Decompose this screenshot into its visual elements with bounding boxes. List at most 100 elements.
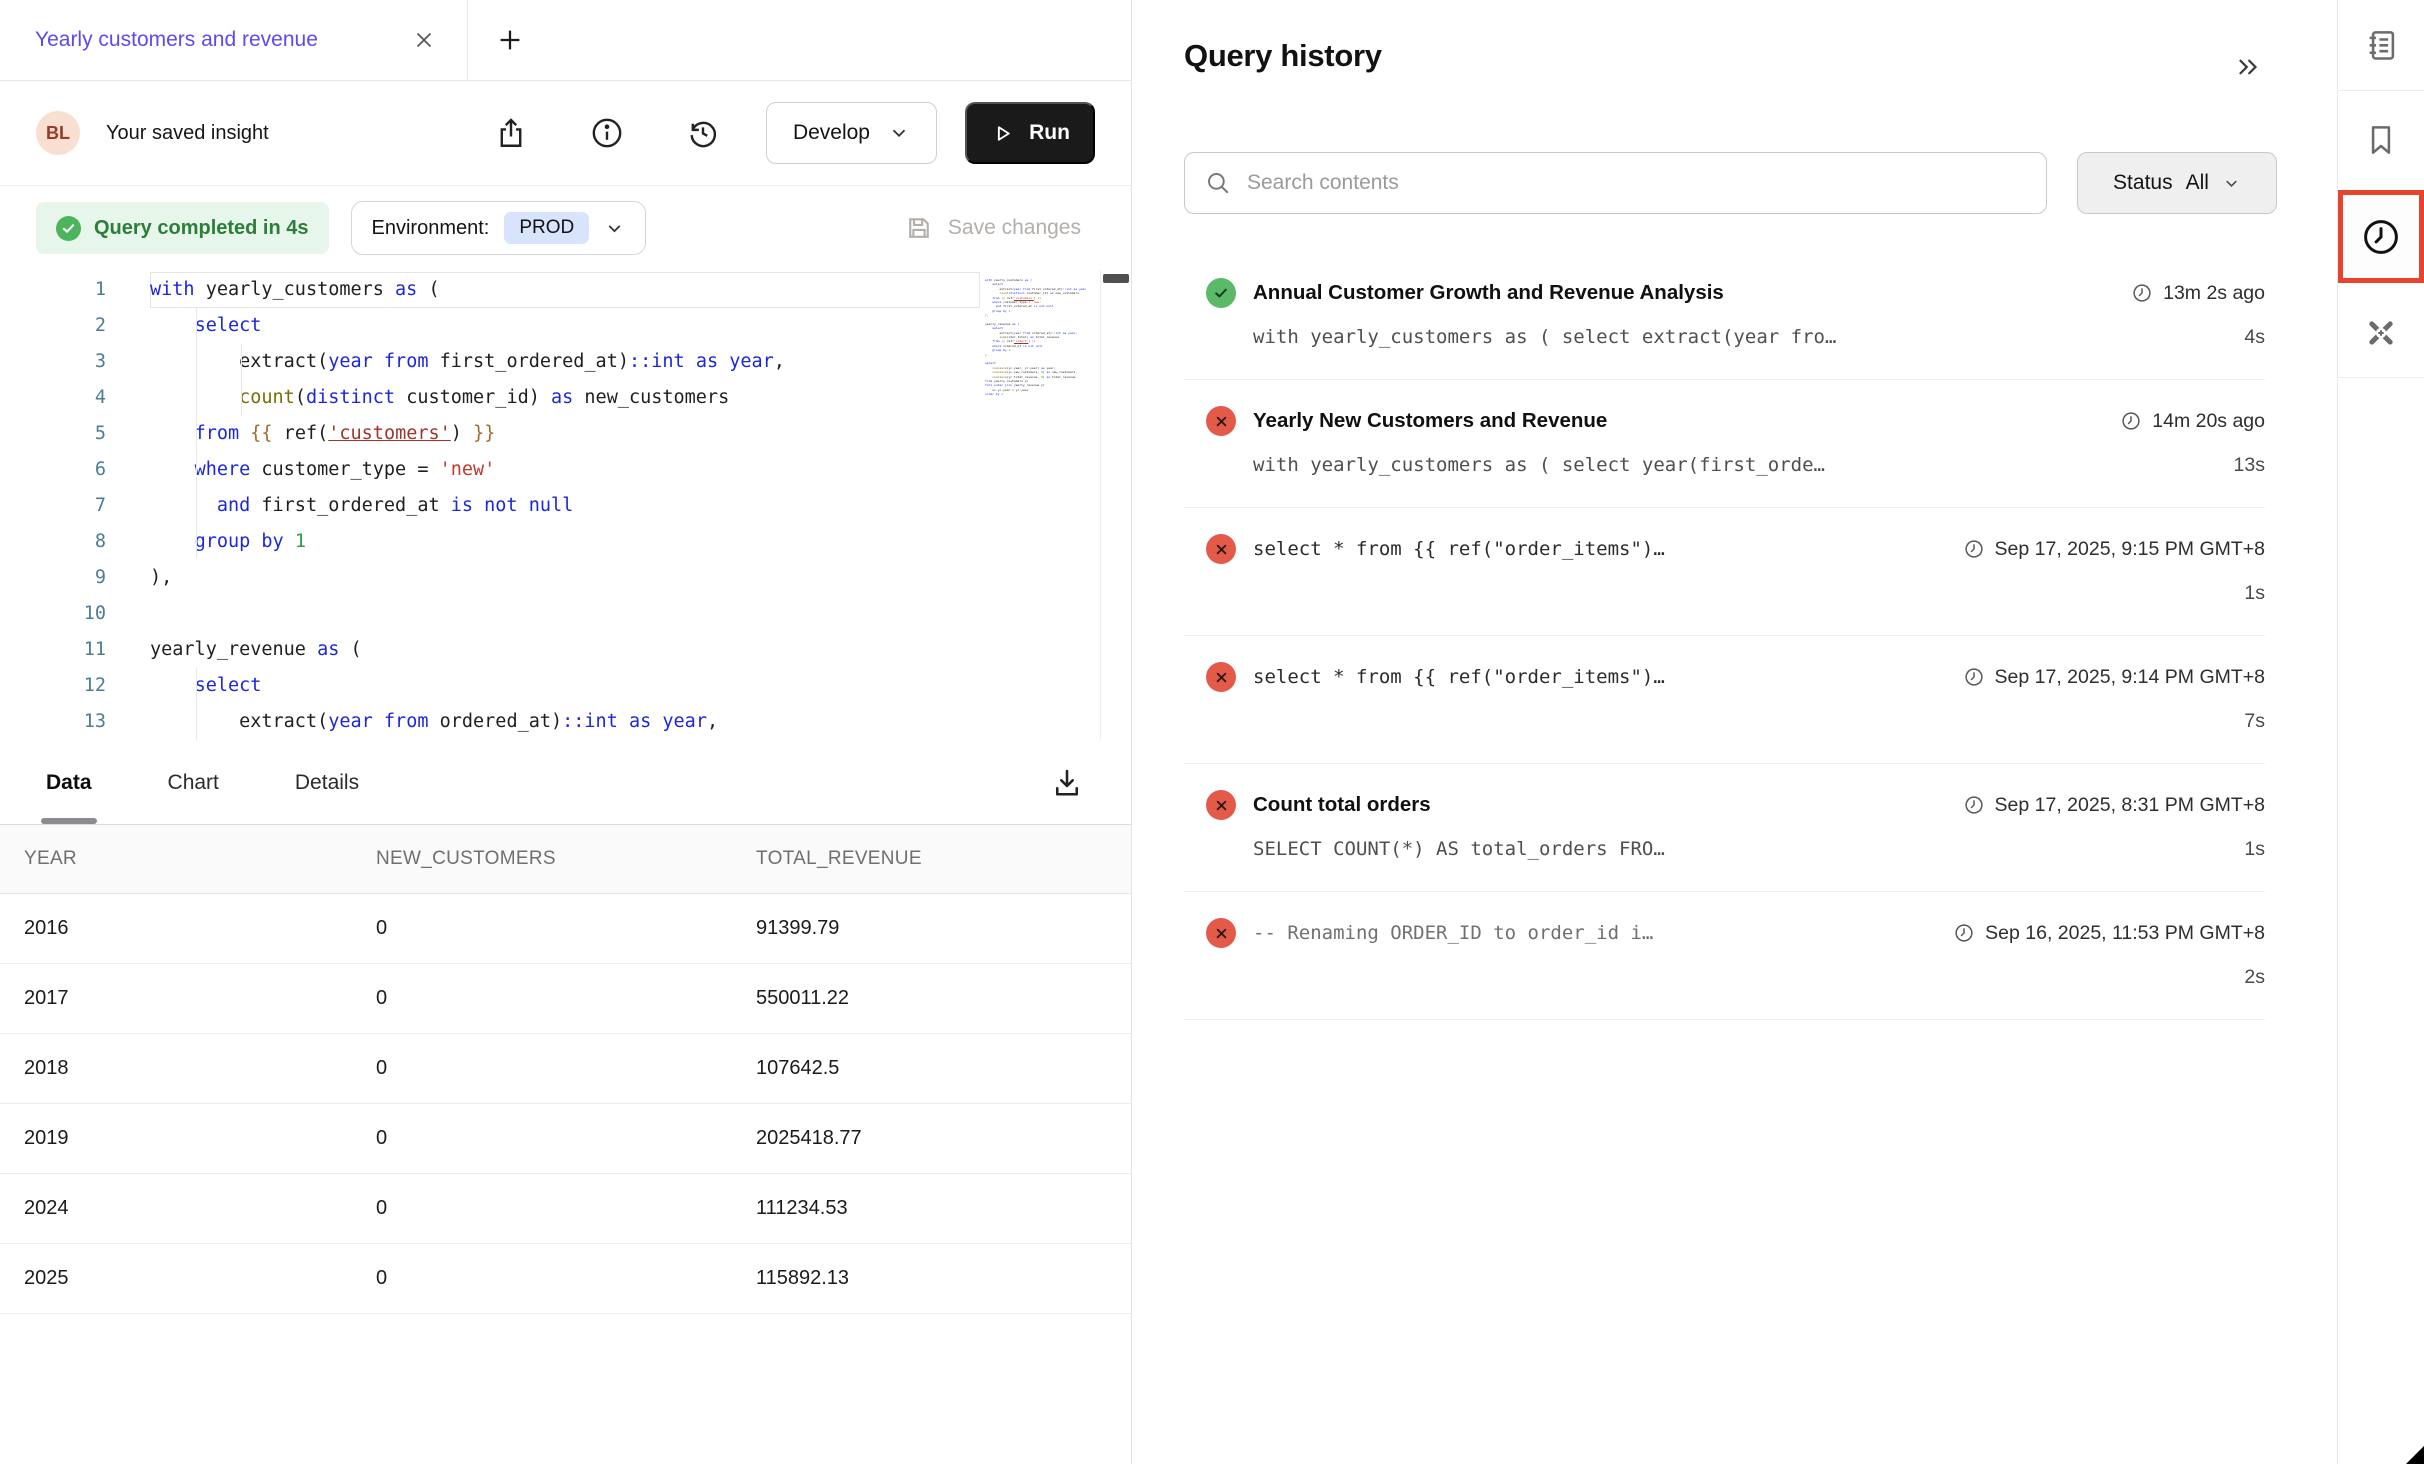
clock-icon [1963,794,1985,816]
query-duration: 4s [2224,326,2265,349]
line-number: 10 [0,596,148,632]
query-duration: 7s [2224,710,2265,733]
code-line[interactable]: ), [150,560,980,596]
collapse-panel-icon[interactable] [2233,52,2263,82]
code-line[interactable]: count(distinct customer_id) as new_custo… [150,380,980,416]
query-title: -- Renaming ORDER_ID to order_id i… [1253,922,1653,944]
table-row[interactable]: 201902025418.77 [0,1104,1131,1174]
table-row[interactable]: 20180107642.5 [0,1034,1131,1104]
table-cell: 0 [376,987,756,1010]
tab-yearly-customers-and-revenue[interactable]: Yearly customers and revenue [0,0,467,80]
table-cell: 115892.13 [756,1267,1131,1290]
query-title: select * from {{ ref("order_items")… [1253,666,1665,688]
query-status-badge: Query completed in 4s [36,202,329,254]
query-history-item[interactable]: Count total ordersSep 17, 2025, 8:31 PM … [1184,764,2265,892]
column-header: TOTAL_REVENUE [756,848,1131,870]
clock-icon [1963,666,1985,688]
status-error-icon [1206,662,1236,692]
line-number: 3 [0,344,148,380]
time-text: Sep 17, 2025, 9:14 PM GMT+8 [1995,666,2265,689]
environment-selector[interactable]: Environment: PROD [351,201,647,255]
code-line[interactable]: yearly_revenue as ( [150,632,980,668]
version-history-icon[interactable] [686,116,720,150]
search-input[interactable]: Search contents [1184,152,2047,214]
time-text: Sep 16, 2025, 11:53 PM GMT+8 [1985,922,2265,945]
editor-minimap[interactable]: with yearly_customers as ( select extrac… [985,278,1087,658]
share-icon[interactable] [494,116,528,150]
query-duration: 1s [2224,838,2265,861]
query-duration: 1s [2224,582,2265,605]
new-tab-button[interactable] [490,20,530,60]
table-cell: 0 [376,917,756,940]
avatar: BL [36,111,80,155]
status-filter-dropdown[interactable]: Status All [2077,152,2277,214]
query-history-item[interactable]: -- Renaming ORDER_ID to order_id i… Sep 1… [1184,892,2265,1020]
bookmark-icon[interactable] [2361,120,2401,160]
time-text: 14m 20s ago [2152,410,2265,433]
info-icon[interactable] [590,116,624,150]
code-line[interactable] [150,596,980,632]
table-row[interactable]: 2016091399.79 [0,894,1131,964]
right-icon-rail [2337,0,2424,1464]
save-changes-button[interactable]: Save changes [904,213,1081,243]
lineage-icon[interactable] [2361,313,2401,353]
query-timestamp: Sep 16, 2025, 11:53 PM GMT+8 [1933,922,2265,945]
code-line[interactable]: extract(year from ordered_at)::int as ye… [150,704,980,740]
history-icon-highlight [2338,190,2424,283]
editor-code[interactable]: with yearly_customers as ( select extrac… [150,272,980,740]
query-status-row: Query completed in 4s Environment: PROD … [0,186,1131,270]
tab-divider [467,0,468,81]
download-icon[interactable] [1049,765,1085,801]
plus-icon [495,25,525,55]
code-line[interactable]: from {{ ref('customers') }} [150,416,980,452]
table-cell: 0 [376,1197,756,1220]
query-status-text: Query completed in 4s [94,217,309,240]
table-row[interactable]: 20240111234.53 [0,1174,1131,1244]
close-tab-icon[interactable] [411,27,437,53]
code-line[interactable]: select [150,308,980,344]
table-row[interactable]: 20170550011.22 [0,964,1131,1034]
code-line[interactable]: where customer_type = 'new' [150,452,980,488]
code-line[interactable]: select [150,668,980,704]
line-number: 12 [0,668,148,704]
notebook-icon[interactable] [2361,25,2401,65]
table-row[interactable]: 20250115892.13 [0,1244,1131,1314]
line-number: 1 [0,272,148,308]
tab-chart[interactable]: Chart [168,741,219,824]
save-icon [904,213,934,243]
table-cell: 2025 [0,1267,376,1290]
editor-scrollbar[interactable] [1100,270,1130,740]
line-number: 11 [0,632,148,668]
history-icon[interactable] [2360,216,2402,258]
develop-label: Develop [793,121,870,145]
editor-scrollbar-thumb[interactable] [1103,274,1129,283]
code-line[interactable]: and first_ordered_at is not null [150,488,980,524]
chevron-down-icon [888,122,910,144]
query-history-item[interactable]: select * from {{ ref("order_items")… Sep … [1184,636,2265,764]
tab-data[interactable]: Data [46,741,92,824]
query-history-item[interactable]: Annual Customer Growth and Revenue Analy… [1184,252,2265,380]
status-error-icon [1206,918,1236,948]
run-button[interactable]: Run [965,102,1095,164]
editor-gutter: 1234567891011121314151617181920212223242… [0,272,148,740]
develop-button[interactable]: Develop [766,102,937,164]
code-line[interactable]: with yearly_customers as ( [150,272,980,308]
cursor-artifact [2406,1446,2424,1464]
line-number: 8 [0,524,148,560]
chevron-down-icon [2222,174,2241,193]
time-text: Sep 17, 2025, 9:15 PM GMT+8 [1995,538,2265,561]
column-header: NEW_CUSTOMERS [376,848,756,870]
run-label: Run [1029,121,1070,145]
code-line[interactable]: order by 1 [985,392,1087,396]
query-history-item[interactable]: Yearly New Customers and Revenue14m 20s … [1184,380,2265,508]
query-history-item[interactable]: select * from {{ ref("order_items")…Sep … [1184,508,2265,636]
indent-guide [196,308,197,558]
table-cell: 107642.5 [756,1057,1131,1080]
query-timestamp: Sep 17, 2025, 8:31 PM GMT+8 [1943,794,2265,817]
status-filter-label: Status [2113,171,2173,195]
code-line[interactable]: group by 1 [150,524,980,560]
line-number: 5 [0,416,148,452]
code-line[interactable]: extract(year from first_ordered_at)::int… [150,344,980,380]
tab-details[interactable]: Details [295,741,359,824]
sql-editor[interactable]: 1234567891011121314151617181920212223242… [0,270,1131,740]
